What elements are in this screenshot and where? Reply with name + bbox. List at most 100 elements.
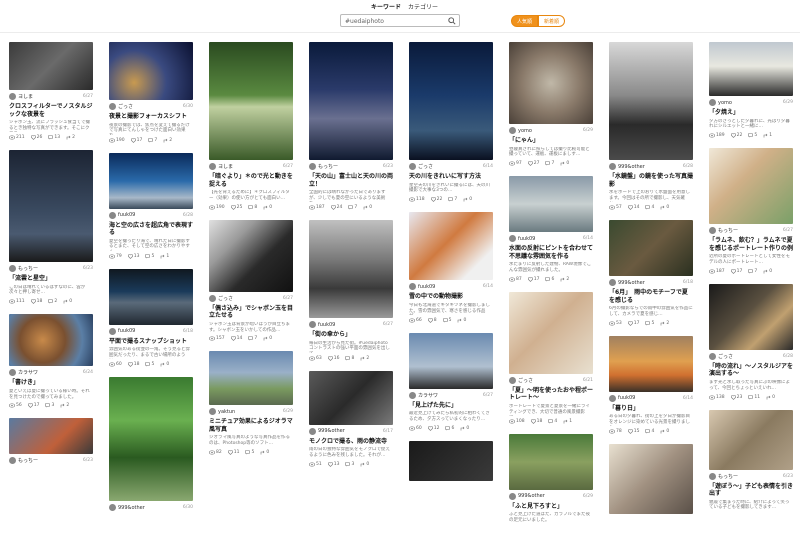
shares-stat[interactable]: 0 (63, 299, 72, 304)
post-card[interactable]: 999&other 6/18 「6月」 雨中のモチーフで夏を感じる 6月の撮影ならでの… (609, 220, 693, 326)
share-icon[interactable] (63, 299, 68, 304)
post-card[interactable]: もっちー 6/23 「流雲と星空」 この日は晴れているはずなのに、雲が次々と押し寄せ…… (9, 150, 93, 304)
likes-stat[interactable]: 18 (30, 299, 42, 305)
heart-icon[interactable] (230, 336, 236, 342)
heart-icon[interactable] (427, 317, 433, 323)
post-title[interactable]: 平面で撮るスナップショット (109, 338, 193, 346)
post-photo[interactable] (9, 42, 93, 90)
post-photo[interactable] (609, 444, 693, 515)
heart-icon[interactable] (327, 461, 333, 467)
post-author[interactable]: ヨしま (9, 93, 33, 100)
comment-icon[interactable] (148, 137, 154, 143)
avatar[interactable] (609, 163, 616, 170)
post-author[interactable]: もっちー (9, 457, 38, 465)
post-card[interactable] (409, 440, 493, 481)
likes-stat[interactable]: 24 (330, 205, 342, 210)
post-title[interactable]: 「流雲と星空」 (9, 275, 93, 283)
post-title[interactable]: クロスフィルターでノスタルジックな夜景を (9, 103, 93, 118)
comment-icon[interactable] (545, 277, 551, 282)
comment-icon[interactable] (548, 419, 554, 424)
post-author[interactable]: fuuk09 (409, 283, 435, 291)
comments-stat[interactable]: 5 (245, 450, 254, 455)
post-title[interactable]: 雪の中での動物撮影 (409, 293, 493, 301)
post-author[interactable]: yomo (709, 99, 732, 106)
post-author[interactable]: カラサワ (9, 369, 38, 377)
post-photo[interactable] (309, 42, 393, 160)
comments-stat[interactable]: 6 (445, 426, 454, 431)
comments-stat[interactable]: 8 (345, 356, 354, 361)
post-title[interactable]: 「6月」 雨中のモチーフで夏を感じる (609, 289, 693, 304)
comments-stat[interactable]: 5 (645, 321, 654, 326)
heart-icon[interactable] (730, 133, 736, 139)
post-author[interactable]: fuuk09 (309, 321, 335, 328)
share-icon[interactable] (60, 403, 65, 408)
post-author[interactable]: ごっさ (409, 163, 433, 170)
avatar[interactable] (409, 283, 416, 291)
post-photo[interactable] (609, 42, 693, 160)
heart-icon[interactable] (30, 299, 36, 305)
search-input[interactable] (345, 16, 445, 26)
comment-icon[interactable] (748, 133, 754, 138)
avatar[interactable] (209, 294, 216, 302)
post-photo[interactable] (9, 150, 93, 262)
post-card[interactable]: fuuk09 6/18 平面で撮るスナップショット 雰囲気のある街並の一角。そう見ると… (109, 268, 193, 367)
avatar[interactable] (109, 103, 116, 110)
comments-stat[interactable]: 5 (145, 362, 154, 367)
post-author[interactable]: ごっさ (209, 294, 233, 302)
post-photo[interactable] (209, 351, 293, 406)
heart-icon[interactable] (627, 429, 633, 435)
shares-stat[interactable]: 0 (463, 197, 472, 202)
post-title[interactable]: 水面の反射にピントを合わせて不思議な雰囲気を作る (509, 245, 593, 260)
comments-stat[interactable]: 4 (645, 429, 654, 434)
post-photo[interactable] (409, 332, 493, 389)
post-photo[interactable] (509, 42, 593, 124)
likes-stat[interactable]: 17 (130, 138, 142, 143)
post-title[interactable]: 「天の山」富士山と天の川の両立！ (309, 173, 393, 188)
post-author[interactable]: 999&other (609, 279, 645, 286)
comments-stat[interactable]: 11 (748, 395, 760, 400)
share-icon[interactable] (160, 254, 165, 259)
comments-stat[interactable]: 7 (148, 138, 157, 143)
heart-icon[interactable] (127, 253, 133, 259)
post-author[interactable]: 999&other (309, 427, 345, 435)
post-title[interactable]: 「遊ぼう～」子ども表情を引き出す (709, 483, 793, 498)
post-card[interactable]: fuuk09 6/28 海と空の広さを超広角で表現する 夏空を撮ったり海で、晴れた日に… (109, 152, 193, 259)
post-card[interactable]: もっちー 6/23 「天の山」富士山と天の川の両立！ 全国的には晴れなかった日でありま… (309, 42, 393, 210)
shares-stat[interactable]: 0 (360, 462, 369, 467)
comment-icon[interactable] (48, 135, 54, 140)
post-author[interactable]: もっちー (309, 163, 338, 170)
shares-stat[interactable]: 2 (66, 135, 75, 140)
likes-stat[interactable]: 25 (230, 205, 242, 210)
post-author[interactable]: 999&other (609, 163, 645, 170)
comments-stat[interactable]: 4 (548, 419, 557, 424)
avatar[interactable] (109, 327, 116, 335)
post-card[interactable]: ごっさ 6/27 「偶さ込み」でシャボン玉を目立たせる シャボン玉は背景が暗いほうが目… (209, 219, 293, 342)
likes-stat[interactable]: 13 (127, 253, 139, 259)
post-photo[interactable] (409, 212, 493, 281)
post-title[interactable]: 夜景と撮影フォーカスシフト (109, 113, 193, 121)
comment-icon[interactable] (545, 161, 551, 166)
likes-stat[interactable]: 16 (327, 356, 339, 361)
post-author[interactable]: yaktun (209, 408, 235, 416)
share-icon[interactable] (360, 462, 365, 467)
shares-stat[interactable]: 2 (163, 138, 172, 143)
post-photo[interactable] (709, 148, 793, 225)
share-icon[interactable] (560, 161, 565, 166)
avatar[interactable] (409, 391, 416, 399)
comments-stat[interactable]: 7 (748, 269, 757, 274)
post-card[interactable]: fuuk09 6/27 「街の傘から」 毎日の生活から見た街。#uedaiphoto … (309, 220, 393, 361)
comment-icon[interactable] (348, 205, 354, 210)
comments-stat[interactable]: 5 (145, 254, 154, 259)
post-card[interactable]: ごっさ 6/28 「時の流れ」～ノスタルジアを演出する～ まず光と水し取った写真にぷの… (709, 283, 793, 400)
comment-icon[interactable] (145, 253, 151, 259)
post-card[interactable]: もっちー 6/23 (9, 418, 93, 465)
post-author[interactable]: yomo (509, 127, 532, 134)
post-card[interactable]: ごっさ 6/21 「夏」～明を使ったおや程ポートレート～ ポートレートで夏景と夏景を一… (509, 291, 593, 424)
avatar[interactable] (409, 163, 416, 170)
post-title[interactable]: 海と空の広さを超広角で表現する (109, 222, 193, 237)
post-card[interactable]: fuuk09 6/14 雪の中での動物撮影 今日も北海道でキタキツネを撮影しました。雪… (409, 212, 493, 323)
heart-icon[interactable] (627, 205, 633, 210)
likes-stat[interactable]: 22 (430, 197, 442, 202)
post-author[interactable]: もっちー (709, 227, 738, 235)
post-author[interactable]: ごっさ (709, 352, 733, 360)
